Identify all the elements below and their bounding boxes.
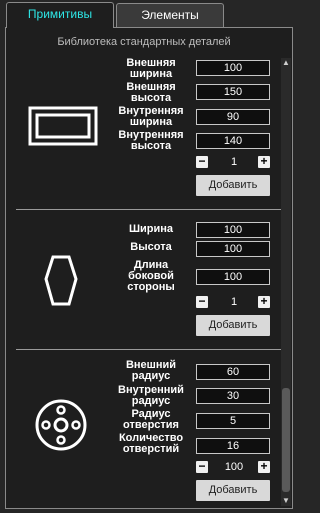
inner-height-field[interactable]: 140 xyxy=(196,133,270,149)
inner-radius-field[interactable]: 30 xyxy=(196,388,270,404)
add-button[interactable]: Добавить xyxy=(196,315,270,336)
inner-width-field[interactable]: 90 xyxy=(196,109,270,125)
width-field[interactable]: 100 xyxy=(196,222,270,238)
scroll-down-icon[interactable]: ▼ xyxy=(281,496,291,506)
label-width: Ширина xyxy=(128,223,174,235)
quantity-decrement-button[interactable]: − xyxy=(196,155,208,168)
quantity-increment-button[interactable]: + xyxy=(258,155,270,168)
label-height: Высота xyxy=(130,241,172,253)
quantity-value[interactable]: 100 xyxy=(216,461,252,473)
label-inner-radius: Внутренний радиус xyxy=(118,384,184,407)
hole-radius-field[interactable]: 5 xyxy=(196,413,270,429)
outer-width-field[interactable]: 100 xyxy=(196,60,270,76)
label-outer-height: Внешняя высота xyxy=(126,81,176,104)
label-hole-radius: Радиус отверстия xyxy=(123,408,179,431)
label-inner-width: Внутренняя ширина xyxy=(118,105,184,128)
tab-primitives[interactable]: Примитивы xyxy=(6,2,114,28)
rectangle-frame-icon xyxy=(28,106,98,146)
side-length-field[interactable]: 100 xyxy=(196,269,270,285)
hexagon-icon xyxy=(44,255,78,306)
library-title: Библиотека стандартных деталей xyxy=(57,36,231,48)
tab-bar: Примитивы Элементы xyxy=(0,0,300,28)
section-divider xyxy=(16,349,282,350)
tab-elements[interactable]: Элементы xyxy=(116,3,224,27)
scroll-thumb[interactable] xyxy=(282,388,290,492)
scroll-up-icon[interactable]: ▲ xyxy=(281,58,291,68)
outer-height-field[interactable]: 150 xyxy=(196,84,270,100)
section-divider xyxy=(16,209,282,210)
label-outer-width: Внешняя ширина xyxy=(126,57,176,80)
quantity-decrement-button[interactable]: − xyxy=(196,460,208,473)
add-button[interactable]: Добавить xyxy=(196,480,270,501)
library-panel: Библиотека стандартных деталей Внешняя ш… xyxy=(5,27,293,509)
flange-disc-icon xyxy=(35,399,87,451)
outer-radius-field[interactable]: 60 xyxy=(196,364,270,380)
quantity-increment-button[interactable]: + xyxy=(258,460,270,473)
quantity-value[interactable]: 1 xyxy=(216,156,252,168)
hole-count-field[interactable]: 16 xyxy=(196,438,270,454)
quantity-value[interactable]: 1 xyxy=(216,296,252,308)
quantity-increment-button[interactable]: + xyxy=(258,295,270,308)
vertical-scrollbar[interactable]: ▲ ▼ xyxy=(281,58,291,506)
label-hole-count: Количество отверстий xyxy=(118,432,184,455)
quantity-decrement-button[interactable]: − xyxy=(196,295,208,308)
label-outer-radius: Внешний радиус xyxy=(125,359,177,382)
height-field[interactable]: 100 xyxy=(196,241,270,257)
label-inner-height: Внутренняя высота xyxy=(118,129,184,152)
add-button[interactable]: Добавить xyxy=(196,175,270,196)
label-side-length: Длина боковой стороны xyxy=(127,259,175,293)
